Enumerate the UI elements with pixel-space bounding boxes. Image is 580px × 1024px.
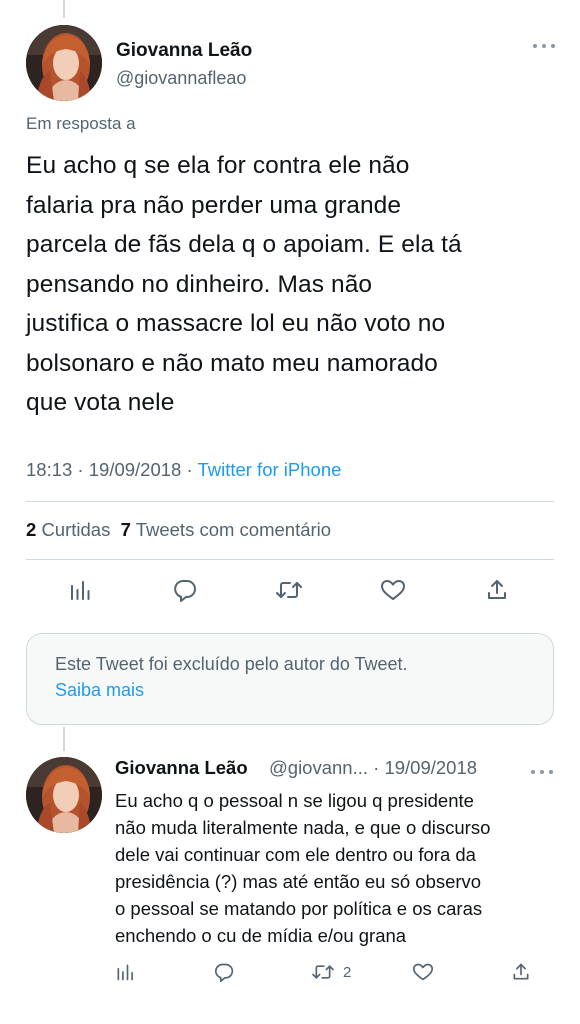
analytics-icon[interactable] <box>115 955 135 989</box>
thread-line <box>63 0 65 18</box>
reply-text-line: enchendo o cu de mídia e/ou grana <box>115 925 407 946</box>
tweet-text-line: Eu acho q se ela for contra ele não <box>26 152 410 179</box>
likes-stat[interactable]: 2 Curtidas <box>26 519 110 540</box>
divider <box>26 559 554 560</box>
reply-text-line: dele vai continuar com ele dentro ou for… <box>115 844 476 865</box>
reply-text-line: Eu acho q o pessoal n se ligou q preside… <box>115 790 474 811</box>
deleted-tweet-notice: Este Tweet foi excluído pelo autor do Tw… <box>26 633 554 725</box>
engagement-stats: 2 Curtidas 7 Tweets com comentário <box>26 519 331 541</box>
more-options-icon[interactable] <box>532 41 556 51</box>
tweet-text-line: justifica o massacre lol eu não voto no <box>26 310 446 337</box>
like-icon[interactable] <box>380 573 406 607</box>
more-options-icon[interactable] <box>530 764 554 774</box>
reply-action-bar: 2 <box>115 955 535 989</box>
like-icon[interactable] <box>412 955 434 989</box>
thread-line <box>63 727 65 751</box>
quotes-count: 7 <box>120 519 131 540</box>
reply-handle-date[interactable]: @giovann... · 19/09/2018 <box>269 757 477 779</box>
retweet-count: 2 <box>343 963 352 981</box>
share-icon[interactable] <box>485 573 509 607</box>
reply-tweet[interactable]: Giovanna Leão @giovann... · 19/09/2018 E… <box>26 757 554 957</box>
author-name[interactable]: Giovanna Leão <box>116 40 252 62</box>
retweet-button[interactable]: 2 <box>311 955 351 989</box>
share-icon[interactable] <box>511 955 531 989</box>
tweet-text-line: que vota nele <box>26 389 175 416</box>
quotes-stat[interactable]: 7 Tweets com comentário <box>121 519 331 540</box>
retweet-icon <box>311 962 335 982</box>
divider <box>26 501 554 502</box>
avatar[interactable] <box>26 757 102 833</box>
reply-icon[interactable] <box>213 955 235 989</box>
quotes-label: Tweets com comentário <box>135 519 332 540</box>
reply-text-line: o pessoal se matando por política e os c… <box>115 898 483 919</box>
tweet-source-link[interactable]: Twitter for iPhone <box>197 459 341 480</box>
analytics-icon[interactable] <box>68 573 92 607</box>
reply-text-line: presidência (?) mas até então eu só obse… <box>115 871 482 892</box>
tweet-timestamp[interactable]: 18:13 · 19/09/2018 · <box>26 459 197 480</box>
tweet-text-line: bolsonaro e não mato meu namorado <box>26 349 438 377</box>
avatar[interactable] <box>26 25 102 101</box>
learn-more-link[interactable]: Saiba mais <box>55 680 144 701</box>
reply-author-name[interactable]: Giovanna Leão <box>115 757 248 779</box>
tweet-text: Eu acho q se ela for contra ele não fala… <box>26 146 554 423</box>
tweet-text-line: pensando no dinheiro. Mas não <box>26 270 373 298</box>
likes-count: 2 <box>26 519 37 540</box>
main-tweet-header: Giovanna Leão @giovannafleao <box>26 25 556 101</box>
author-handle[interactable]: @giovannafleao <box>116 68 246 89</box>
deleted-notice-text: Este Tweet foi excluído pelo autor do Tw… <box>55 654 408 674</box>
tweet-meta: 18:13 · 19/09/2018 · Twitter for iPhone <box>26 459 341 481</box>
tweet-text-line: parcela de fãs dela q o apoiam. E ela tá <box>26 231 462 258</box>
reply-context: Em resposta a <box>26 114 136 133</box>
tweet-text-line: falaria pra não perder uma grande <box>26 191 402 219</box>
likes-label: Curtidas <box>41 519 111 540</box>
retweet-icon[interactable] <box>275 573 303 607</box>
reply-icon[interactable] <box>172 573 198 607</box>
reply-text-line: não muda literalmente nada, e que o disc… <box>115 817 491 838</box>
main-action-bar <box>26 573 554 607</box>
reply-tweet-text: Eu acho q o pessoal n se ligou q preside… <box>115 787 555 949</box>
